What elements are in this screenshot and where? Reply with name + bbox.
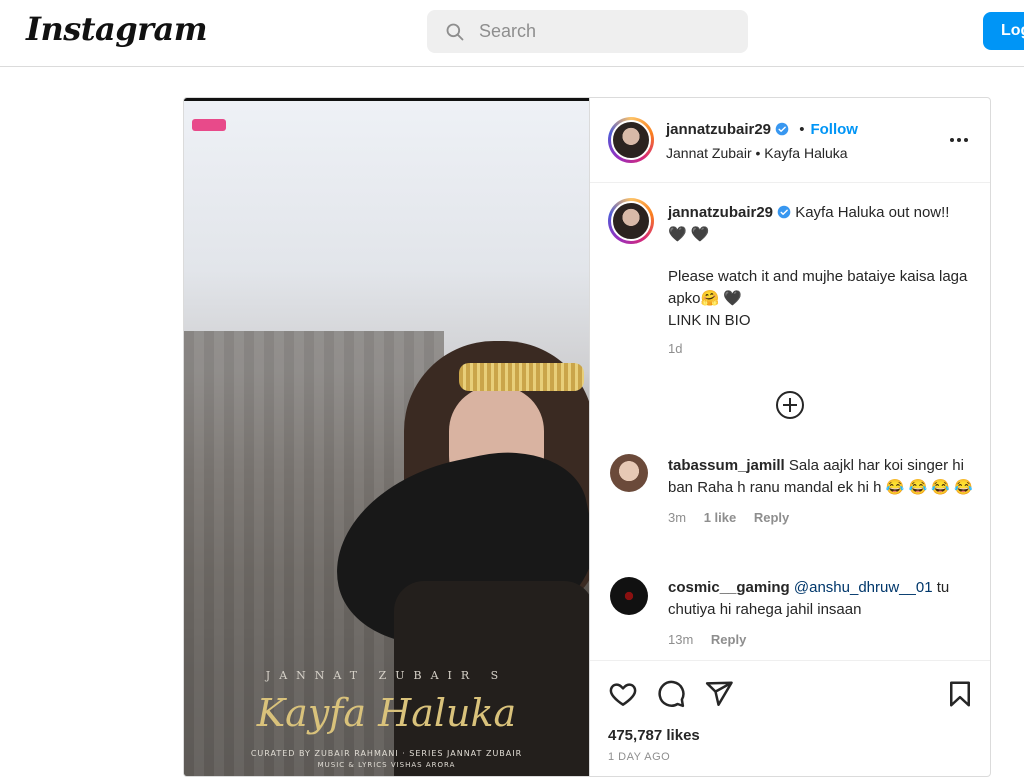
commenter-avatar[interactable] bbox=[610, 454, 648, 492]
video-overlay-subtitle: JANNAT ZUBAIR S bbox=[265, 669, 508, 682]
author-line: jannatzubair29 • Follow bbox=[666, 121, 858, 138]
post-side-panel: jannatzubair29 • Follow Jannat Zubair • K… bbox=[589, 98, 990, 776]
figure-headband bbox=[459, 363, 584, 391]
post-actions: 475,787 likes 1 DAY AGO bbox=[590, 660, 990, 776]
search-input[interactable] bbox=[479, 21, 729, 42]
video-overlay-credits-2: MUSIC & LYRICS VISHAS ARORA bbox=[317, 761, 456, 769]
comment-time: 13m bbox=[668, 632, 694, 647]
save-bookmark-icon[interactable] bbox=[945, 679, 975, 709]
comment-username[interactable]: cosmic__gaming bbox=[668, 579, 790, 596]
commenter-avatar[interactable] bbox=[610, 577, 648, 615]
channel-logo-icon bbox=[192, 119, 226, 131]
caption-line-2: Please watch it and mujhe bataiye kaisa … bbox=[668, 268, 968, 307]
author-subtitle[interactable]: Jannat Zubair • Kayfa Haluka bbox=[666, 145, 848, 161]
comment-username[interactable]: tabassum_jamill bbox=[668, 457, 785, 474]
caption-author-avatar[interactable] bbox=[608, 198, 654, 244]
verified-badge-icon bbox=[777, 205, 791, 219]
caption-username[interactable]: jannatzubair29 bbox=[668, 204, 773, 221]
separator-dot: • bbox=[799, 121, 805, 138]
search-box[interactable] bbox=[427, 10, 748, 53]
caption-line-3: LINK IN BIO bbox=[668, 312, 751, 329]
comment-reply-button[interactable]: Reply bbox=[711, 632, 746, 647]
caption-timestamp: 1d bbox=[668, 341, 683, 356]
comment-item: tabassum_jamill Sala aajkl har koi singe… bbox=[668, 455, 978, 529]
post-video[interactable]: JANNAT ZUBAIR S Kayfa Haluka CURATED BY … bbox=[184, 98, 589, 776]
comment-item: cosmic__gaming @anshu_dhruw__01 tu chuti… bbox=[668, 577, 978, 651]
comment-time: 3m bbox=[668, 510, 687, 525]
comment-mention[interactable]: @anshu_dhruw__01 bbox=[794, 579, 933, 596]
more-options-icon[interactable] bbox=[947, 128, 971, 152]
comment-likes[interactable]: 1 like bbox=[704, 510, 737, 525]
search-icon bbox=[446, 23, 464, 40]
like-heart-icon[interactable] bbox=[608, 679, 638, 709]
comment-reply-button[interactable]: Reply bbox=[754, 510, 789, 525]
instagram-logo[interactable]: Instagram bbox=[26, 10, 208, 48]
comment-bubble-icon[interactable] bbox=[656, 679, 686, 709]
video-overlay-title: Kayfa Haluka bbox=[256, 691, 517, 735]
post-container: JANNAT ZUBAIR S Kayfa Haluka CURATED BY … bbox=[183, 97, 991, 777]
login-button[interactable]: Log in bbox=[983, 12, 1024, 50]
post-time-ago: 1 DAY AGO bbox=[608, 751, 671, 763]
post-header: jannatzubair29 • Follow Jannat Zubair • K… bbox=[590, 98, 990, 183]
author-username[interactable]: jannatzubair29 bbox=[666, 121, 771, 138]
comment-meta: 13m Reply bbox=[668, 629, 978, 651]
top-navigation-bar: Instagram Log in bbox=[0, 0, 1024, 67]
verified-badge-icon bbox=[775, 122, 789, 136]
follow-button[interactable]: Follow bbox=[810, 121, 858, 138]
load-more-comments-icon[interactable] bbox=[775, 390, 805, 420]
share-send-icon[interactable] bbox=[704, 679, 734, 709]
likes-count[interactable]: 475,787 likes bbox=[608, 727, 700, 744]
author-avatar[interactable] bbox=[608, 117, 654, 163]
video-overlay-credits: CURATED BY ZUBAIR RAHMANI · SERIES JANNA… bbox=[250, 749, 523, 758]
comment-meta: 3m 1 like Reply bbox=[668, 507, 978, 529]
post-caption: jannatzubair29 Kayfa Haluka out now!!🖤 🖤… bbox=[668, 202, 968, 360]
